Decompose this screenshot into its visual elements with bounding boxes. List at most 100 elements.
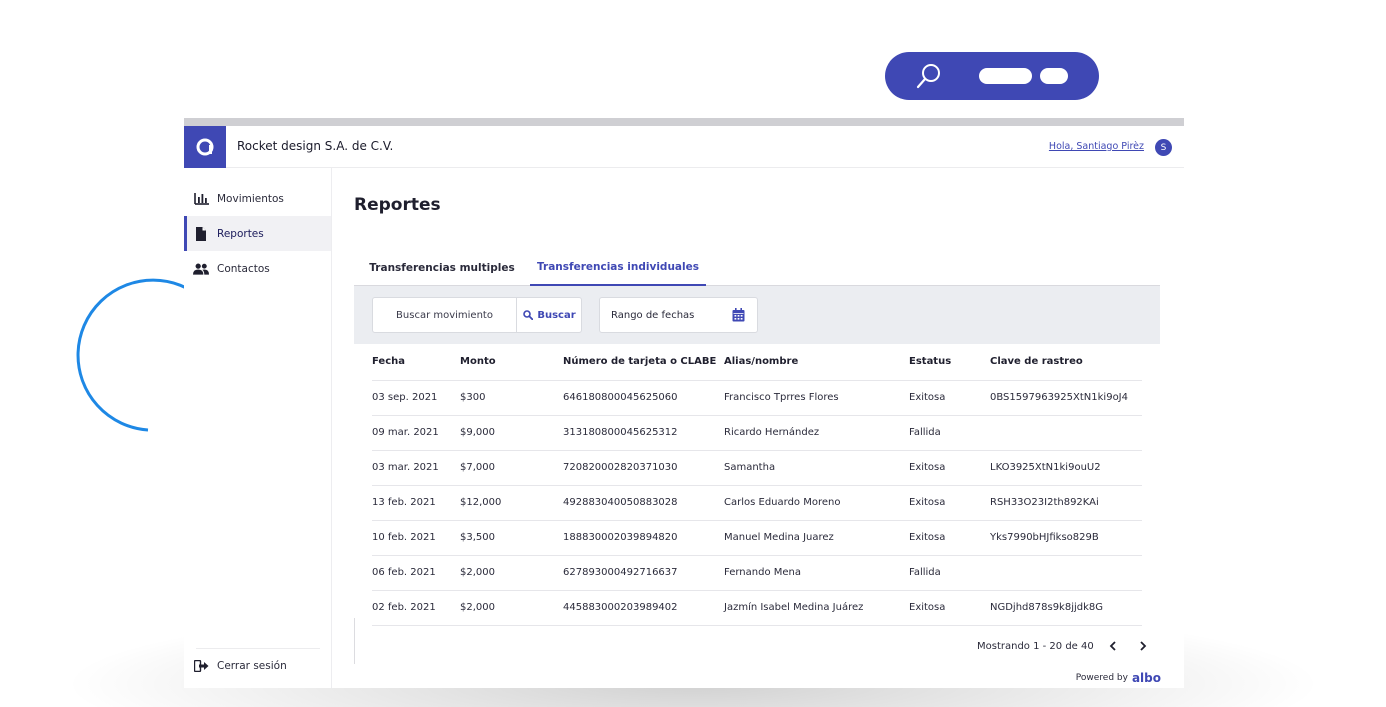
sidebar-item-movimientos[interactable]: Movimientos bbox=[184, 181, 331, 216]
cell-clave: RSH33O23I2th892KAi bbox=[990, 485, 1142, 521]
powered-by-label: Powered by bbox=[1075, 673, 1128, 683]
company-name: Rocket design S.A. de C.V. bbox=[237, 139, 394, 153]
avatar[interactable]: S bbox=[1155, 139, 1172, 156]
column-header-tarjeta[interactable]: Número de tarjeta o CLABE bbox=[563, 344, 724, 381]
cell-fecha: 10 feb. 2021 bbox=[372, 520, 460, 556]
table-row[interactable]: 10 feb. 2021 $3,500 188830002039894820 M… bbox=[372, 520, 1142, 556]
cell-monto: $7,000 bbox=[460, 450, 563, 486]
cell-tarjeta: 445883000203989402 bbox=[563, 590, 724, 626]
table-row[interactable]: 06 feb. 2021 $2,000 627893000492716637 F… bbox=[372, 555, 1142, 591]
table-row[interactable]: 03 sep. 2021 $300 646180800045625060 Fra… bbox=[372, 380, 1142, 416]
cell-fecha: 13 feb. 2021 bbox=[372, 485, 460, 521]
search-group: Buscar bbox=[372, 297, 582, 333]
cell-estatus: Fallida bbox=[909, 555, 990, 591]
screenshot-stage: Rocket design S.A. de C.V. Hola, Santiag… bbox=[0, 0, 1386, 707]
cell-estatus: Exitosa bbox=[909, 450, 990, 486]
cell-tarjeta: 627893000492716637 bbox=[563, 555, 724, 591]
cell-alias: Carlos Eduardo Moreno bbox=[724, 485, 909, 521]
logout-button[interactable]: Cerrar sesión bbox=[193, 658, 287, 674]
cell-tarjeta: 720820002820371030 bbox=[563, 450, 724, 486]
column-header-clave[interactable]: Clave de rastreo bbox=[990, 344, 1142, 381]
floating-search-pill bbox=[885, 52, 1099, 100]
prev-page-button[interactable] bbox=[1102, 637, 1124, 655]
cell-alias: Fernando Mena bbox=[724, 555, 909, 591]
document-icon bbox=[193, 226, 209, 242]
sidebar-item-label: Contactos bbox=[217, 262, 270, 275]
cell-monto: $300 bbox=[460, 380, 563, 416]
search-input[interactable] bbox=[373, 298, 516, 332]
app-logo[interactable] bbox=[184, 126, 226, 168]
cell-monto: $12,000 bbox=[460, 485, 563, 521]
date-range-picker[interactable]: Rango de fechas bbox=[599, 297, 758, 333]
tab-transferencias-individuales[interactable]: Transferencias individuales bbox=[530, 250, 706, 286]
sidebar: Movimientos Reportes Contactos Cerrar se… bbox=[184, 168, 332, 688]
cell-alias: Francisco Tprres Flores bbox=[724, 380, 909, 416]
users-icon bbox=[193, 261, 209, 277]
cell-alias: Manuel Medina Juarez bbox=[724, 520, 909, 556]
cell-fecha: 06 feb. 2021 bbox=[372, 555, 460, 591]
cell-estatus: Exitosa bbox=[909, 520, 990, 556]
sidebar-divider bbox=[196, 648, 320, 649]
logout-label: Cerrar sesión bbox=[217, 660, 287, 672]
cell-monto: $9,000 bbox=[460, 415, 563, 451]
chevron-right-icon bbox=[1140, 641, 1147, 651]
sidebar-item-reportes[interactable]: Reportes bbox=[184, 216, 331, 251]
column-header-estatus[interactable]: Estatus bbox=[909, 344, 990, 381]
cell-fecha: 02 feb. 2021 bbox=[372, 590, 460, 626]
cell-monto: $3,500 bbox=[460, 520, 563, 556]
cell-monto: $2,000 bbox=[460, 590, 563, 626]
cell-fecha: 09 mar. 2021 bbox=[372, 415, 460, 451]
column-header-monto[interactable]: Monto bbox=[460, 344, 563, 381]
cell-clave: 0BS1597963925XtN1ki9oJ4 bbox=[990, 380, 1142, 416]
page-title: Reportes bbox=[354, 195, 441, 215]
cell-fecha: 03 sep. 2021 bbox=[372, 380, 460, 416]
logout-icon bbox=[193, 658, 209, 674]
cell-clave bbox=[990, 415, 1142, 451]
top-bar: Rocket design S.A. de C.V. Hola, Santiag… bbox=[184, 126, 1184, 168]
cell-clave: LKO3925XtN1ki9ouU2 bbox=[990, 450, 1142, 486]
pill-bar-long bbox=[979, 68, 1032, 84]
cell-estatus: Exitosa bbox=[909, 590, 990, 626]
sidebar-item-label: Movimientos bbox=[217, 192, 284, 205]
cell-clave: Yks7990bHJfikso829B bbox=[990, 520, 1142, 556]
column-header-alias[interactable]: Alias/nombre bbox=[724, 344, 909, 381]
app-window: Rocket design S.A. de C.V. Hola, Santiag… bbox=[184, 118, 1184, 688]
bar-chart-icon bbox=[193, 191, 209, 207]
cell-estatus: Fallida bbox=[909, 415, 990, 451]
cell-estatus: Exitosa bbox=[909, 380, 990, 416]
calendar-icon bbox=[732, 308, 745, 322]
tab-bar: Transferencias multiples Transferencias … bbox=[354, 250, 1160, 286]
reports-table: Fecha Monto Número de tarjeta o CLABE Al… bbox=[372, 344, 1142, 626]
table-row[interactable]: 09 mar. 2021 $9,000 313180800045625312 R… bbox=[372, 415, 1142, 451]
cell-tarjeta: 646180800045625060 bbox=[563, 380, 724, 416]
pagination: Mostrando 1 - 20 de 40 bbox=[977, 637, 1154, 655]
table-header-row: Fecha Monto Número de tarjeta o CLABE Al… bbox=[372, 344, 1142, 381]
cell-tarjeta: 188830002039894820 bbox=[563, 520, 724, 556]
cell-tarjeta: 313180800045625312 bbox=[563, 415, 724, 451]
cell-estatus: Exitosa bbox=[909, 485, 990, 521]
powered-by: Powered by albo bbox=[1076, 671, 1161, 685]
sidebar-item-contactos[interactable]: Contactos bbox=[184, 251, 331, 286]
search-icon bbox=[916, 64, 940, 89]
next-page-button[interactable] bbox=[1132, 637, 1154, 655]
cell-alias: Samantha bbox=[724, 450, 909, 486]
table-row[interactable]: 03 mar. 2021 $7,000 720820002820371030 S… bbox=[372, 450, 1142, 486]
cell-fecha: 03 mar. 2021 bbox=[372, 450, 460, 486]
sidebar-item-label: Reportes bbox=[217, 227, 264, 240]
vertical-divider bbox=[354, 618, 355, 664]
pagination-summary: Mostrando 1 - 20 de 40 bbox=[977, 640, 1094, 652]
table-row[interactable]: 13 feb. 2021 $12,000 492883040050883028 … bbox=[372, 485, 1142, 521]
cell-tarjeta: 492883040050883028 bbox=[563, 485, 724, 521]
table-row[interactable]: 02 feb. 2021 $2,000 445883000203989402 J… bbox=[372, 590, 1142, 626]
column-header-fecha[interactable]: Fecha bbox=[372, 344, 460, 381]
cell-clave: NGDjhd878s9k8jjdk8G bbox=[990, 590, 1142, 626]
main-content: Reportes Transferencias multiples Transf… bbox=[332, 168, 1184, 688]
search-button[interactable]: Buscar bbox=[516, 298, 582, 332]
chevron-left-icon bbox=[1109, 641, 1116, 651]
cell-alias: Ricardo Hernández bbox=[724, 415, 909, 451]
date-range-label: Rango de fechas bbox=[611, 309, 695, 321]
filters-bar: Buscar Rango de fechas bbox=[354, 286, 1160, 344]
search-icon bbox=[523, 310, 534, 320]
tab-transferencias-multiples[interactable]: Transferencias multiples bbox=[354, 250, 530, 286]
user-greeting-link[interactable]: Hola, Santiago Pirèz bbox=[1049, 141, 1144, 152]
